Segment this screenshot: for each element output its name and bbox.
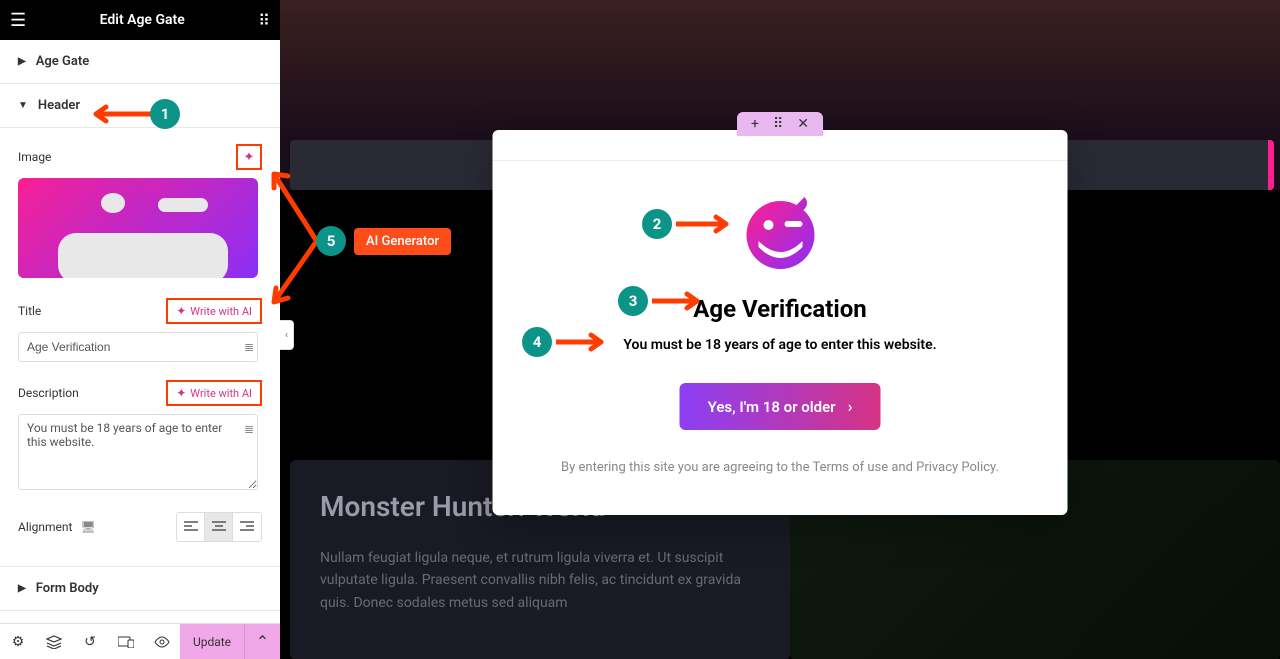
layers-icon [46, 635, 62, 649]
logo-preview-icon [18, 178, 258, 278]
align-center-icon [212, 521, 226, 533]
modal-logo [740, 191, 820, 271]
sparkle-icon: ✦ [176, 386, 186, 400]
section-label: Form Body [36, 581, 99, 596]
ai-generate-image-button[interactable]: ✦ [236, 144, 262, 170]
update-button[interactable]: Update [180, 624, 244, 659]
title-input[interactable] [18, 332, 258, 362]
panel-header: ☰ Edit Age Gate ⠿ [0, 0, 280, 40]
description-field-label: Description [18, 386, 79, 400]
write-with-ai-title-button[interactable]: ✦ Write with AI [166, 298, 262, 324]
section-bar-accent [1268, 140, 1274, 190]
panel-collapse-handle[interactable]: ‹ [280, 320, 294, 350]
annotation-badge-1: 1 [150, 99, 180, 129]
title-field-label: Title [18, 304, 41, 318]
annotation-badge-2: 2 [642, 209, 672, 239]
dynamic-tags-icon[interactable]: ≣ [244, 340, 254, 354]
sparkle-icon: ✦ [176, 304, 186, 318]
navigator-icon[interactable] [36, 624, 72, 659]
age-gate-modal: Age Verification You must be 18 years of… [493, 130, 1068, 515]
devices-icon [118, 636, 134, 648]
write-with-ai-description-button[interactable]: ✦ Write with AI [166, 380, 262, 406]
annotation-badge-4: 4 [522, 327, 552, 357]
chevron-left-icon: ‹ [285, 330, 288, 341]
confirm-age-button[interactable]: Yes, I'm 18 or older › [680, 383, 881, 430]
update-options-button[interactable]: ⌃ [244, 624, 280, 659]
annotation-label-ai-generator: AI Generator [354, 228, 451, 255]
panel-title: Edit Age Gate [26, 12, 258, 28]
add-widget-icon[interactable]: + [751, 116, 759, 132]
eye-icon [154, 636, 170, 648]
align-left-button[interactable] [177, 513, 205, 541]
description-input[interactable] [18, 414, 258, 490]
sparkle-icon: ✦ [244, 150, 255, 165]
image-preview[interactable] [18, 178, 258, 278]
panel-footer: ⚙ ↺ Update ⌃ [0, 623, 280, 659]
write-ai-label: Write with AI [190, 305, 252, 318]
annotation-arrow-2 [676, 214, 736, 234]
logo-icon [740, 191, 820, 271]
annotation-arrow-4 [556, 332, 611, 352]
caret-right-icon: ▶ [18, 583, 26, 594]
responsive-mode-icon[interactable] [108, 624, 144, 659]
align-right-icon [240, 521, 254, 533]
modal-divider [493, 160, 1068, 161]
history-icon[interactable]: ↺ [72, 624, 108, 659]
align-left-icon [184, 521, 198, 533]
alignment-button-group [176, 512, 262, 542]
section-form-body[interactable]: ▶ Form Body [0, 567, 280, 611]
editor-canvas: Monster Hunter: World Nullam feugiat lig… [280, 0, 1280, 659]
close-widget-icon[interactable]: ✕ [797, 116, 809, 132]
write-ai-label: Write with AI [190, 387, 252, 400]
section-label: Header [38, 98, 80, 113]
chevron-up-icon: ⌃ [256, 632, 269, 651]
responsive-icon[interactable]: 🖥 [80, 520, 95, 534]
annotation-arrow-3 [652, 291, 707, 311]
apps-grid-icon[interactable]: ⠿ [258, 11, 270, 30]
header-section-content: Image ✦ Title ✦ Write with AI [0, 128, 280, 567]
annotation-badge-3: 3 [618, 286, 648, 316]
section-age-gate[interactable]: ▶ Age Gate [0, 40, 280, 84]
article-body: Nullam feugiat ligula neque, et rutrum l… [320, 547, 760, 614]
hamburger-icon[interactable]: ☰ [10, 10, 26, 31]
section-label: Age Gate [36, 54, 90, 69]
chevron-right-icon: › [848, 397, 853, 416]
panel-body: ▶ Age Gate ▼ Header Image ✦ [0, 40, 280, 623]
dynamic-tags-icon[interactable]: ≣ [244, 422, 254, 436]
editor-left-panel: ☰ Edit Age Gate ⠿ ▶ Age Gate ▼ Header Im… [0, 0, 280, 659]
drag-handle-icon[interactable]: ⠿ [773, 116, 783, 132]
image-field-label: Image [18, 150, 51, 164]
align-right-button[interactable] [233, 513, 261, 541]
caret-right-icon: ▶ [18, 56, 26, 67]
caret-down-icon: ▼ [18, 100, 28, 111]
annotation-badge-5: 5 [316, 226, 346, 256]
alignment-field-label: Alignment 🖥 [18, 520, 96, 534]
settings-icon[interactable]: ⚙ [0, 624, 36, 659]
preview-icon[interactable] [144, 624, 180, 659]
align-center-button[interactable] [205, 513, 233, 541]
modal-footer-text: By entering this site you are agreeing t… [523, 460, 1038, 475]
annotation-arrow-1 [86, 104, 151, 124]
widget-handle-tab: + ⠿ ✕ [737, 112, 823, 136]
modal-title: Age Verification [523, 295, 1038, 323]
